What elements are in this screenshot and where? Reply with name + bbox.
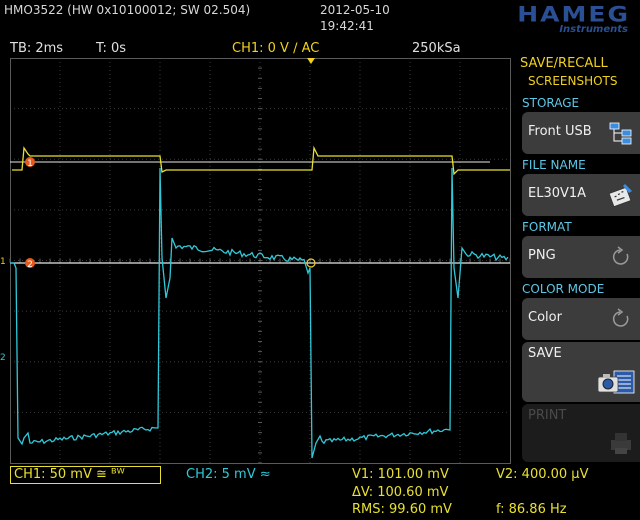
menu-title-line1: SAVE/RECALL bbox=[520, 56, 608, 71]
time-display: 19:42:41 bbox=[320, 19, 374, 33]
frequency-measurement: f: 86.86 Hz bbox=[496, 502, 567, 517]
rotate-select-icon bbox=[612, 246, 629, 265]
v2-measurement: V2: 400.00 µV bbox=[496, 467, 589, 482]
camera-save-icon bbox=[597, 370, 635, 394]
format-button[interactable]: PNG bbox=[522, 236, 640, 278]
ch2-settings[interactable]: CH2: 5 mV ≈ bbox=[186, 467, 271, 482]
color-mode-heading: COLOR MODE bbox=[522, 282, 605, 296]
file-name-value: EL30V1A bbox=[528, 186, 587, 201]
storage-heading: STORAGE bbox=[522, 96, 580, 110]
logo-subtitle: Instruments bbox=[559, 24, 628, 35]
storage-value: Front USB bbox=[528, 124, 592, 139]
trigger-readout[interactable]: CH1: 0 V ∕ AC bbox=[232, 41, 319, 56]
file-name-heading: FILE NAME bbox=[522, 158, 586, 172]
print-label: PRINT bbox=[528, 408, 567, 423]
color-mode-button[interactable]: Color bbox=[522, 298, 640, 340]
menu-title-line2: SCREENSHOTS bbox=[528, 74, 618, 88]
format-value: PNG bbox=[528, 248, 556, 263]
save-label: SAVE bbox=[528, 346, 562, 361]
folder-tree-icon bbox=[609, 122, 632, 145]
keyboard-edit-icon bbox=[608, 184, 632, 208]
ch2-marker-label: 2 bbox=[27, 260, 33, 270]
timebase-readout[interactable]: TB: 2ms bbox=[10, 41, 63, 56]
brand-logo: HAMEG Instruments bbox=[452, 2, 632, 36]
format-heading: FORMAT bbox=[522, 220, 572, 234]
logo-text: HAMEG bbox=[517, 2, 630, 27]
file-name-button[interactable]: EL30V1A bbox=[522, 174, 640, 216]
ch1-settings[interactable]: CH1: 50 mV ≅ ᴮᵂ bbox=[10, 466, 161, 484]
ch2-level-marker[interactable]: 2 bbox=[0, 353, 6, 363]
ch1-marker-label: 1 bbox=[27, 159, 33, 169]
rms-measurement: RMS: 99.60 mV bbox=[352, 502, 452, 517]
trigger-time-readout[interactable]: T: 0s bbox=[96, 41, 126, 56]
v1-measurement: V1: 101.00 mV bbox=[352, 467, 449, 482]
device-model: HMO3522 (HW 0x10100012; SW 02.504) bbox=[4, 3, 251, 17]
softkey-menu: SAVE/RECALL SCREENSHOTS STORAGE Front US… bbox=[514, 40, 640, 520]
info-bar: TB: 2ms T: 0s CH1: 0 V ∕ AC 250kSa bbox=[0, 40, 512, 58]
status-bar: CH1: 50 mV ≅ ᴮᵂ CH2: 5 mV ≈ V1: 101.00 m… bbox=[0, 464, 588, 520]
delta-v-measurement: ΔV: 100.60 mV bbox=[352, 485, 449, 500]
print-button[interactable]: PRINT bbox=[522, 404, 640, 462]
ch1-level-marker[interactable]: 1 bbox=[0, 257, 6, 267]
color-mode-value: Color bbox=[528, 310, 562, 325]
storage-button[interactable]: Front USB bbox=[522, 112, 640, 154]
rotate-select-icon bbox=[612, 308, 629, 327]
date-display: 2012-05-10 bbox=[320, 3, 390, 17]
title-bar: HMO3522 (HW 0x10100012; SW 02.504) 2012-… bbox=[0, 0, 640, 38]
waveform-display[interactable]: 1 2 1 2 bbox=[0, 58, 512, 464]
printer-icon bbox=[611, 433, 631, 454]
save-button[interactable]: SAVE bbox=[522, 342, 640, 402]
sample-rate-readout: 250kSa bbox=[412, 41, 461, 56]
